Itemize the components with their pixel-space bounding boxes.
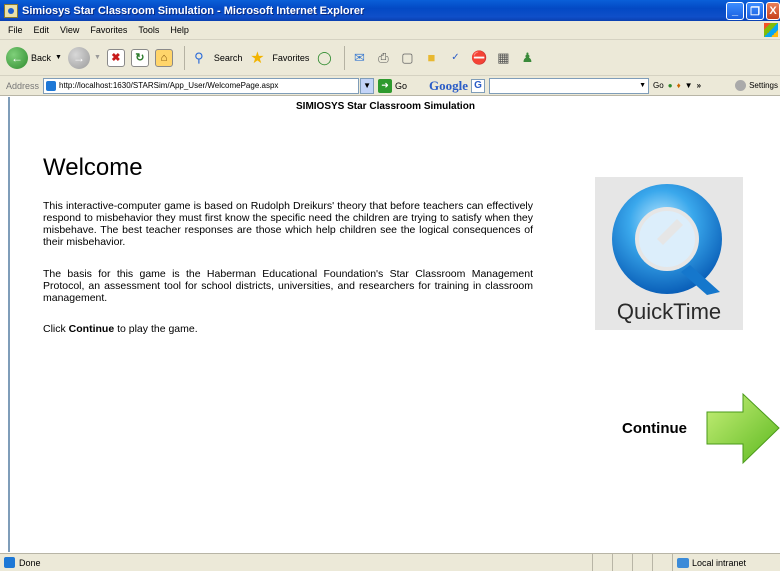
refresh-button[interactable]: ↻ [130,48,149,67]
status-pane [652,554,672,571]
menu-help[interactable]: Help [170,25,189,35]
quicktime-q-icon [612,184,722,295]
mail-icon[interactable]: ✉ [350,49,368,67]
home-button[interactable]: ⌂ [154,48,173,67]
search-label: Search [213,52,243,63]
toolbar-separator [183,45,185,70]
instruction-continue-word: Continue [68,323,115,335]
minimize-button[interactable]: _ [726,2,744,20]
refresh-icon: ↻ [130,48,149,67]
page-header-title: SIMIOSYS Star Classroom Simulation [296,101,475,112]
settings-icon [735,80,747,91]
menu-edit[interactable]: Edit [34,25,50,35]
google-go-button[interactable]: Go [653,81,664,90]
maximize-button[interactable]: ❐ [746,2,764,20]
zone-label: Local intranet [692,557,747,568]
google-pagerank-icon[interactable]: ● [668,81,673,90]
windows-logo-icon [764,23,778,37]
favorites-star-icon: ★ [250,49,265,67]
address-label: Address [6,80,40,91]
status-pane [592,554,612,571]
google-tools: Go ● ♦ ▼ » [653,81,705,90]
block-icon[interactable]: ⛔ [470,49,488,67]
print-icon[interactable]: ⎙ [374,49,392,67]
back-label: Back [31,52,52,63]
favorites-label: Favorites [272,52,310,63]
ie-app-icon [4,3,18,18]
history-icon[interactable]: ◯ [315,49,333,67]
instruction-prefix: Click [43,323,69,335]
address-bar: Address http://localhost:1630/STARSim/Ap… [0,76,780,96]
research-icon[interactable]: ▦ [494,49,512,67]
intranet-icon [677,557,689,568]
basis-paragraph: The basis for this game is the Haberman … [43,268,533,304]
quicktime-label: QuickTime [616,299,722,324]
settings-label: Settings [749,81,778,90]
page-done-icon [4,557,15,568]
google-popup-icon[interactable]: ♦ [677,81,681,90]
go-arrow-icon: ➜ [378,78,393,93]
quicktime-logo[interactable]: QuickTime [595,177,743,330]
security-zone[interactable]: Local intranet [672,554,780,571]
instruction-paragraph: Click Continue to play the game. [43,323,533,335]
search-icon: ⚲ [194,49,204,65]
home-icon: ⌂ [154,48,173,67]
close-button[interactable]: X [766,2,780,20]
favorites-button[interactable]: ★ Favorites [248,49,309,67]
continue-label[interactable]: Continue [622,420,687,437]
toolbar-separator [344,45,346,70]
folder-icon[interactable]: ■ [422,49,440,67]
status-bar: Done Local intranet [0,553,780,571]
menu-favorites[interactable]: Favorites [90,25,127,35]
messenger-icon[interactable]: ♟ [518,49,536,67]
address-url: http://localhost:1630/STARSim/App_User/W… [59,81,279,90]
stop-button[interactable]: ✖ [106,48,125,67]
google-logo: Google [429,77,469,93]
edit-page-icon[interactable]: ▢ [398,49,416,67]
forward-dropdown-icon[interactable]: ▼ [94,54,101,61]
back-arrow-icon: ← [6,46,28,69]
back-dropdown-icon[interactable]: ▼ [55,54,62,61]
settings-button[interactable]: Settings [735,80,778,91]
status-text: Done [19,557,41,568]
status-pane [632,554,652,571]
window-title-bar: Simiosys Star Classroom Simulation - Mic… [0,0,780,21]
google-options-icon[interactable]: ▼ [685,81,693,90]
status-pane [612,554,632,571]
address-dropdown-icon[interactable]: ▼ [360,77,375,94]
spell-check-icon[interactable]: ✓ [446,49,464,67]
intro-paragraph: This interactive-computer game is based … [43,200,533,248]
back-button[interactable]: ← Back ▼ [6,46,62,69]
menu-file[interactable]: File [8,25,23,35]
menu-bar: File Edit View Favorites Tools Help [0,21,780,40]
page-icon [46,80,57,91]
browser-toolbar: ← Back ▼ → ▼ ✖ ↻ ⌂ ⚲ Search ★ Favorites … [0,40,780,76]
google-search-input[interactable]: ▼ [489,77,650,94]
google-dropdown-icon[interactable]: ▼ [639,82,646,89]
forward-arrow-icon: → [67,46,90,69]
google-g-icon[interactable]: G [471,78,486,93]
instruction-suffix: to play the game. [114,323,198,335]
welcome-heading: Welcome [43,154,143,181]
go-label: Go [395,80,408,91]
continue-arrow-icon[interactable] [705,392,780,465]
go-button[interactable]: ➜ Go [378,78,408,93]
more-chevron-icon[interactable]: » [697,81,701,90]
address-field[interactable]: http://localhost:1630/STARSim/App_User/W… [43,77,360,94]
menu-view[interactable]: View [60,25,79,35]
forward-button[interactable]: → ▼ [67,46,101,69]
menu-tools[interactable]: Tools [138,25,159,35]
window-title: Simiosys Star Classroom Simulation - Mic… [22,4,365,17]
search-button[interactable]: ⚲ Search [190,49,243,67]
stop-icon: ✖ [106,48,125,67]
